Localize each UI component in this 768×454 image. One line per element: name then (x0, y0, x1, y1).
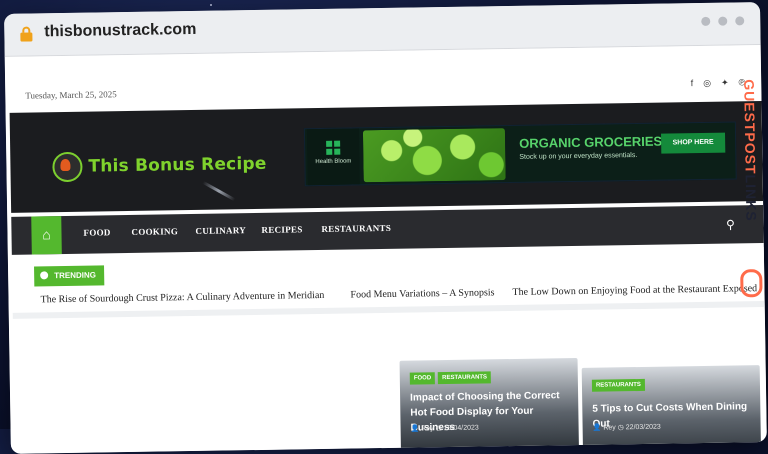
tag-food[interactable]: FOOD (409, 372, 436, 385)
window-dot[interactable] (701, 16, 711, 26)
logo-icon (52, 151, 83, 183)
lettuce-image (362, 128, 506, 183)
ad-brand-name: Health Bloom (315, 158, 352, 166)
header-ad-banner[interactable]: Health Bloom ORGANIC GROCERIES Stock up … (303, 121, 737, 187)
watermark-brand: GUESTPOSTLINKS (737, 79, 763, 298)
window-dot[interactable] (735, 16, 745, 26)
site-logo[interactable]: This Bonus Recipe (52, 149, 267, 183)
ad-brand: Health Bloom (306, 128, 360, 186)
twitter-icon[interactable]: ✦ (721, 78, 729, 89)
post-tags: FOOD RESTAURANTS (409, 371, 492, 385)
shop-here-button[interactable]: SHOP HERE (661, 132, 726, 154)
chain-link-icon (740, 269, 763, 298)
post-card[interactable]: FOOD RESTAURANTS Impact of Choosing the … (399, 357, 579, 451)
user-icon: 👤 (592, 424, 602, 432)
post-card[interactable]: RESTAURANTS 5 Tips to Cut Costs When Din… (581, 365, 762, 454)
post-tags: RESTAURANTS (591, 378, 645, 392)
nav-item-recipes[interactable]: RECIPES (261, 224, 302, 235)
trending-label: TRENDING (54, 270, 97, 281)
address-bar-url[interactable]: thisbonustrack.com (44, 21, 196, 41)
current-date: Tuesday, March 25, 2025 (25, 89, 117, 101)
post-author[interactable]: Rey (603, 424, 616, 431)
instagram-icon[interactable]: ◎ (703, 78, 711, 89)
clock-icon: ◷ (617, 424, 624, 432)
logo-text: This Bonus Recipe (88, 153, 267, 177)
main-nav: ⌂ FOOD COOKING CULINARY RECIPES RESTAURA… (11, 205, 764, 255)
facebook-icon[interactable]: f (691, 78, 694, 89)
page-viewport: Tuesday, March 25, 2025 f ◎ ✦ ℗ This Bon… (4, 45, 767, 454)
nav-item-cooking[interactable]: COOKING (131, 226, 178, 237)
tag-restaurants[interactable]: RESTAURANTS (591, 378, 645, 392)
nav-item-culinary[interactable]: CULINARY (195, 225, 246, 236)
nav-item-food[interactable]: FOOD (83, 227, 110, 237)
watermark-text: GUESTPOSTLINKS (741, 79, 760, 222)
trending-badge: TRENDING (34, 265, 105, 287)
site-header: This Bonus Recipe Health Bloom ORGANIC G… (9, 101, 764, 213)
decorative-streak (202, 181, 236, 202)
browser-window: thisbonustrack.com Tuesday, March 25, 20… (4, 2, 767, 454)
star (210, 4, 212, 6)
post-meta: 👤 Rey ◷ 15/04/2023 (411, 424, 479, 433)
ad-title: ORGANIC GROCERIES (519, 133, 663, 151)
ad-subtitle: Stock up on your everyday essentials. (519, 152, 638, 161)
brand-logo-icon (326, 140, 341, 155)
post-date: 15/04/2023 (443, 424, 479, 433)
trending-bar: TRENDING The Rise of Sourdough Crust Piz… (11, 247, 765, 309)
user-icon: 👤 (410, 425, 420, 433)
trending-item[interactable]: The Rise of Sourdough Crust Pizza: A Cul… (40, 290, 324, 305)
tag-restaurants[interactable]: RESTAURANTS (438, 371, 492, 385)
nav-item-restaurants[interactable]: RESTAURANTS (321, 223, 391, 234)
window-controls (701, 16, 745, 26)
trending-item[interactable]: The Low Down on Enjoying Food at the Res… (512, 283, 757, 298)
post-date: 22/03/2023 (625, 423, 661, 432)
post-meta: 👤 Rey ◷ 22/03/2023 (593, 423, 661, 432)
trending-item[interactable]: Food Menu Variations – A Synopsis (350, 287, 494, 300)
window-dot[interactable] (718, 16, 728, 26)
lock-icon (20, 26, 33, 42)
home-icon[interactable]: ⌂ (31, 216, 62, 255)
